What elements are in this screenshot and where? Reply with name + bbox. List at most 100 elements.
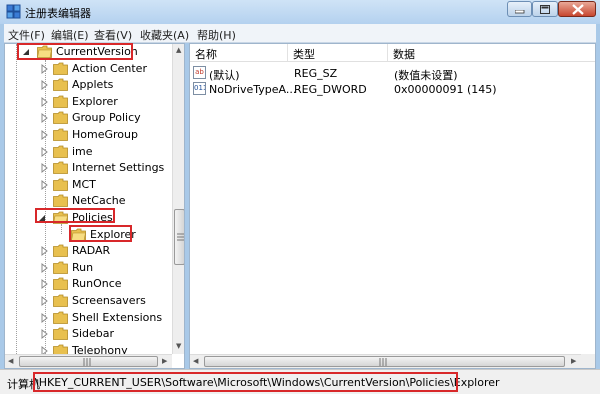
value-row[interactable]: 011 NoDriveTypeA... REG_DWORD 0x00000091… — [190, 81, 595, 98]
collapsed-arrow-icon[interactable] — [41, 328, 49, 340]
size-grip[interactable] — [581, 354, 595, 368]
tree-item-applets[interactable]: Applets — [5, 77, 171, 93]
tree-item-ime[interactable]: ime — [5, 144, 171, 160]
close-button[interactable] — [558, 1, 596, 17]
menu-help[interactable]: 帮助(H) — [197, 27, 236, 43]
folder-icon — [53, 62, 68, 75]
tree-item-label: Policies — [72, 211, 113, 224]
tree-item-label: Explorer — [90, 227, 136, 241]
value-type: REG_DWORD — [294, 83, 367, 96]
maximize-button[interactable] — [532, 1, 558, 17]
tree-item-label: Group Policy — [72, 111, 141, 125]
folder-icon — [53, 161, 68, 175]
folder-icon — [53, 128, 68, 141]
minimize-button[interactable] — [507, 1, 532, 17]
collapsed-arrow-icon[interactable] — [41, 162, 49, 174]
collapsed-arrow-icon[interactable] — [41, 79, 49, 91]
collapsed-arrow-icon[interactable] — [41, 146, 49, 158]
tree-item-label: HomeGroup — [72, 128, 138, 141]
collapsed-arrow-icon[interactable] — [41, 96, 49, 108]
regedit-window: 注册表编辑器 文件(F) 编辑(E) 查看(V) 收藏夹(A) 帮助(H) Cu… — [0, 0, 600, 394]
tree-item-mct[interactable]: MCT — [5, 177, 171, 193]
title-bar[interactable]: 注册表编辑器 — [0, 0, 600, 24]
folder-icon — [53, 244, 68, 258]
tree-item-label: NetCache — [72, 194, 126, 208]
tree-item-policies[interactable]: Policies — [5, 210, 171, 226]
grip-icon — [177, 233, 184, 241]
tree-vertical-scrollbar[interactable]: ▲ ▼ — [172, 44, 184, 354]
scroll-left-arrow-icon[interactable]: ◀ — [8, 357, 13, 365]
folder-icon — [53, 294, 68, 307]
scroll-right-arrow-icon[interactable]: ▶ — [162, 357, 167, 365]
folder-icon — [53, 78, 68, 92]
tree-item-screensavers[interactable]: Screensavers — [5, 293, 171, 309]
folder-icon — [71, 228, 86, 241]
tree-item-runonce[interactable]: RunOnce — [5, 276, 171, 292]
folder-icon — [53, 145, 68, 158]
tree-item-label: ime — [72, 144, 93, 158]
scroll-left-arrow-icon[interactable]: ◀ — [193, 357, 198, 365]
tree-item-label: Action Center — [72, 61, 147, 75]
menu-edit[interactable]: 编辑(E) — [51, 27, 89, 43]
tree-item-label: Internet Settings — [72, 161, 165, 175]
menu-file[interactable]: 文件(F) — [8, 27, 45, 43]
grip-icon — [83, 358, 91, 366]
expanded-arrow-icon[interactable] — [23, 46, 31, 58]
values-horizontal-scrollbar[interactable]: ◀ ▶ — [190, 354, 581, 368]
tree-item-currentversion[interactable]: CurrentVersion — [5, 44, 171, 60]
tree-item-explorer-selected[interactable]: Explorer — [5, 227, 171, 243]
values-horizontal-scroll-thumb[interactable] — [204, 356, 565, 367]
tree-item-label: MCT — [72, 177, 96, 191]
collapsed-arrow-icon[interactable] — [41, 295, 49, 307]
string-value-icon: ab — [193, 66, 206, 79]
menu-favorites[interactable]: 收藏夹(A) — [140, 27, 189, 43]
key-tree-pane[interactable]: CurrentVersion Action Center Applets Explor… — [4, 43, 185, 369]
tree-horizontal-scroll-thumb[interactable] — [19, 356, 158, 367]
folder-icon — [53, 327, 68, 341]
folder-icon — [53, 311, 68, 324]
status-bar: 计算机 \HKEY_CURRENT_USER\Software\Microsof… — [0, 369, 600, 394]
column-header-type[interactable]: 类型 — [288, 44, 388, 61]
value-name: NoDriveTypeA... — [209, 83, 297, 96]
tree-item-explorer[interactable]: Explorer — [5, 94, 171, 110]
minimize-icon — [515, 10, 525, 14]
tree-item-homegroup[interactable]: HomeGroup — [5, 127, 171, 143]
value-row[interactable]: ab (默认) REG_SZ (数值未设置) — [190, 65, 595, 82]
tree-item-netcache[interactable]: NetCache — [5, 193, 171, 209]
values-pane[interactable]: 名称 类型 数据 ab (默认) REG_SZ (数值未设置) 011 NoDr… — [189, 43, 596, 369]
collapsed-arrow-icon[interactable] — [41, 63, 49, 75]
folder-icon — [37, 45, 52, 58]
tree-item-action-center[interactable]: Action Center — [5, 61, 171, 77]
tree-horizontal-scrollbar[interactable]: ◀ ▶ — [5, 354, 172, 368]
tree-item-run[interactable]: Run — [5, 260, 171, 276]
menu-bar: 文件(F) 编辑(E) 查看(V) 收藏夹(A) 帮助(H) — [4, 24, 596, 43]
scroll-right-arrow-icon[interactable]: ▶ — [571, 357, 576, 365]
tree-vertical-scroll-thumb[interactable] — [174, 209, 184, 265]
folder-icon — [53, 95, 68, 108]
regedit-app-icon — [6, 4, 21, 19]
tree-item-sidebar[interactable]: Sidebar — [5, 326, 171, 342]
value-data: 0x00000091 (145) — [394, 83, 497, 96]
menu-view[interactable]: 查看(V) — [94, 27, 132, 43]
tree-item-shell-extensions[interactable]: Shell Extensions — [5, 310, 171, 326]
header-divider — [190, 61, 595, 62]
collapsed-arrow-icon[interactable] — [41, 278, 49, 290]
collapsed-arrow-icon[interactable] — [41, 129, 49, 141]
column-header-data[interactable]: 数据 — [388, 44, 595, 61]
scroll-down-arrow-icon[interactable]: ▼ — [176, 342, 181, 350]
expanded-arrow-icon[interactable] — [39, 212, 47, 224]
collapsed-arrow-icon[interactable] — [41, 179, 49, 191]
column-header-name[interactable]: 名称 — [190, 44, 288, 61]
folder-icon — [53, 277, 68, 291]
tree-item-radar[interactable]: RADAR — [5, 243, 171, 259]
scroll-up-arrow-icon[interactable]: ▲ — [176, 46, 181, 54]
collapsed-arrow-icon[interactable] — [41, 262, 49, 274]
collapsed-arrow-icon[interactable] — [41, 245, 49, 257]
collapsed-arrow-icon[interactable] — [41, 112, 49, 124]
value-type: REG_SZ — [294, 67, 338, 80]
tree-item-label: RADAR — [72, 244, 111, 258]
tree-item-internet-settings[interactable]: Internet Settings — [5, 160, 171, 176]
tree-item-label: Screensavers — [72, 294, 146, 307]
tree-item-group-policy[interactable]: Group Policy — [5, 110, 171, 126]
collapsed-arrow-icon[interactable] — [41, 312, 49, 324]
